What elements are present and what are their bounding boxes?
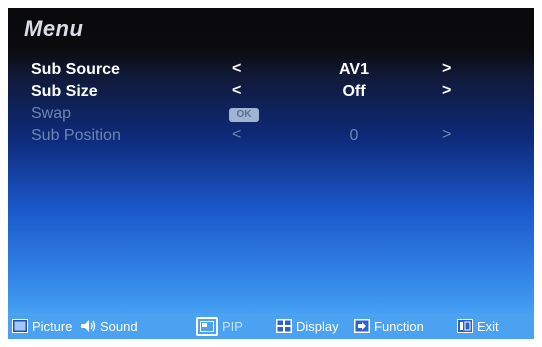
function-icon xyxy=(354,319,370,334)
exit-icon xyxy=(457,319,473,334)
menu-row-value: Off xyxy=(342,83,366,100)
menu-row-label: Sub Size xyxy=(31,83,98,100)
bottom-tab-bar: Picture Sound PIP Display Function Exit xyxy=(8,313,534,339)
menu-row-value: AV1 xyxy=(339,61,369,78)
tab-label: Picture xyxy=(32,318,73,334)
display-grid-icon xyxy=(276,319,292,334)
tab-label: Function xyxy=(374,318,424,334)
menu-row-sub-source[interactable]: Sub Source < AV1 > xyxy=(8,60,534,82)
tab-sound[interactable]: Sound xyxy=(80,313,138,339)
menu-row-value: 0 xyxy=(349,127,359,144)
speaker-icon xyxy=(80,319,96,334)
menu-row-sub-size[interactable]: Sub Size < Off > xyxy=(8,82,534,104)
pip-icon xyxy=(196,316,218,336)
arrow-left-icon[interactable]: < xyxy=(232,60,241,78)
menu-row-sub-position[interactable]: Sub Position < 0 > xyxy=(8,126,534,148)
tab-picture[interactable]: Picture xyxy=(12,313,72,339)
tab-label: Exit xyxy=(477,318,499,334)
tab-label: Display xyxy=(296,318,339,334)
picture-icon xyxy=(12,319,28,334)
tab-pip[interactable]: PIP xyxy=(196,313,243,339)
arrow-right-icon[interactable]: > xyxy=(442,60,451,78)
tab-display[interactable]: Display xyxy=(276,313,339,339)
arrow-left-icon[interactable]: < xyxy=(232,82,241,100)
menu-row-label: Sub Position xyxy=(31,127,121,144)
tab-label: PIP xyxy=(222,318,243,334)
osd-screen: Menu Sub Source < AV1 > Sub Size < Off >… xyxy=(8,8,534,339)
arrow-right-icon[interactable]: > xyxy=(442,126,451,144)
menu-row-swap[interactable]: Swap OK xyxy=(8,104,534,126)
tab-function[interactable]: Function xyxy=(354,313,424,339)
menu-title: Menu xyxy=(24,16,84,41)
tab-label: Sound xyxy=(100,318,138,334)
tab-exit[interactable]: Exit xyxy=(457,313,499,339)
menu-row-label: Swap xyxy=(31,105,72,122)
menu-row-label: Sub Source xyxy=(31,61,120,78)
arrow-right-icon[interactable]: > xyxy=(442,82,451,100)
ok-button[interactable]: OK xyxy=(229,108,259,122)
arrow-left-icon[interactable]: < xyxy=(232,126,241,144)
